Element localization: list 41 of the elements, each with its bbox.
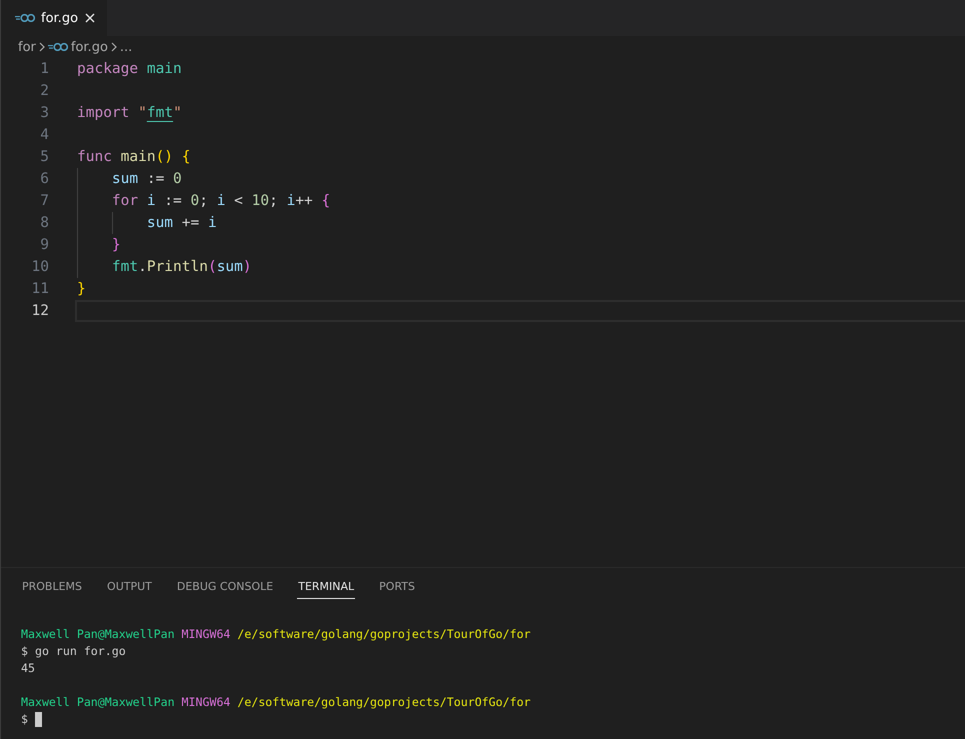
code-line: sum += i bbox=[146, 215, 217, 231]
code-line: } bbox=[77, 281, 86, 297]
go-file-icon bbox=[48, 43, 68, 51]
breadcrumb-item[interactable]: ... bbox=[120, 40, 132, 54]
code-line: import "fmt" bbox=[77, 105, 182, 121]
panel-tab[interactable]: PROBLEMS bbox=[21, 578, 84, 599]
tab-label: for.go bbox=[41, 10, 79, 26]
panel-tab[interactable]: TERMINAL bbox=[297, 578, 356, 599]
terminal-prompt: Maxwell Pan@MaxwellPan MINGW64 /e/software/golang/goprojects/TourOfGo/for bbox=[21, 626, 531, 643]
line-number: 11 bbox=[30, 281, 49, 297]
breadcrumb-item[interactable]: for.go bbox=[70, 40, 108, 54]
code-line: } bbox=[110, 237, 121, 253]
line-number: 1 bbox=[39, 61, 49, 77]
line-number: 2 bbox=[39, 83, 49, 99]
chevron-right-icon bbox=[38, 42, 45, 52]
terminal-command: $ bbox=[21, 711, 28, 728]
close-icon[interactable] bbox=[85, 13, 95, 23]
editor-tab[interactable]: for.go bbox=[1, 0, 107, 36]
line-number: 7 bbox=[39, 193, 49, 209]
line-number: 10 bbox=[30, 259, 49, 275]
panel-tab[interactable]: PORTS bbox=[378, 578, 416, 599]
line-number: 5 bbox=[39, 149, 49, 165]
terminal-command: $ go run for.go bbox=[21, 643, 126, 660]
code-line: sum := 0 bbox=[110, 171, 182, 187]
terminal-prompt: Maxwell Pan@MaxwellPan MINGW64 /e/software/golang/goprojects/TourOfGo/for bbox=[21, 694, 531, 711]
chevron-right-icon bbox=[110, 42, 117, 52]
line-number: 6 bbox=[39, 171, 49, 187]
code-line: func main() { bbox=[77, 149, 191, 165]
code-line: fmt.Println(sum) bbox=[110, 259, 252, 275]
terminal-output: 45 bbox=[21, 660, 35, 677]
panel-tab[interactable]: DEBUG CONSOLE bbox=[176, 578, 274, 599]
breadcrumb-item[interactable]: for bbox=[18, 40, 36, 54]
line-number: 3 bbox=[39, 105, 49, 121]
line-number: 4 bbox=[39, 127, 49, 143]
line-number: 12 bbox=[30, 303, 49, 319]
code-line: package main bbox=[77, 61, 182, 77]
go-file-icon bbox=[15, 14, 35, 22]
line-number: 9 bbox=[39, 237, 49, 253]
code-line: for i := 0; i < 10; i++ { bbox=[110, 193, 330, 209]
panel-tab[interactable]: OUTPUT bbox=[106, 578, 153, 599]
line-number: 8 bbox=[39, 215, 49, 231]
